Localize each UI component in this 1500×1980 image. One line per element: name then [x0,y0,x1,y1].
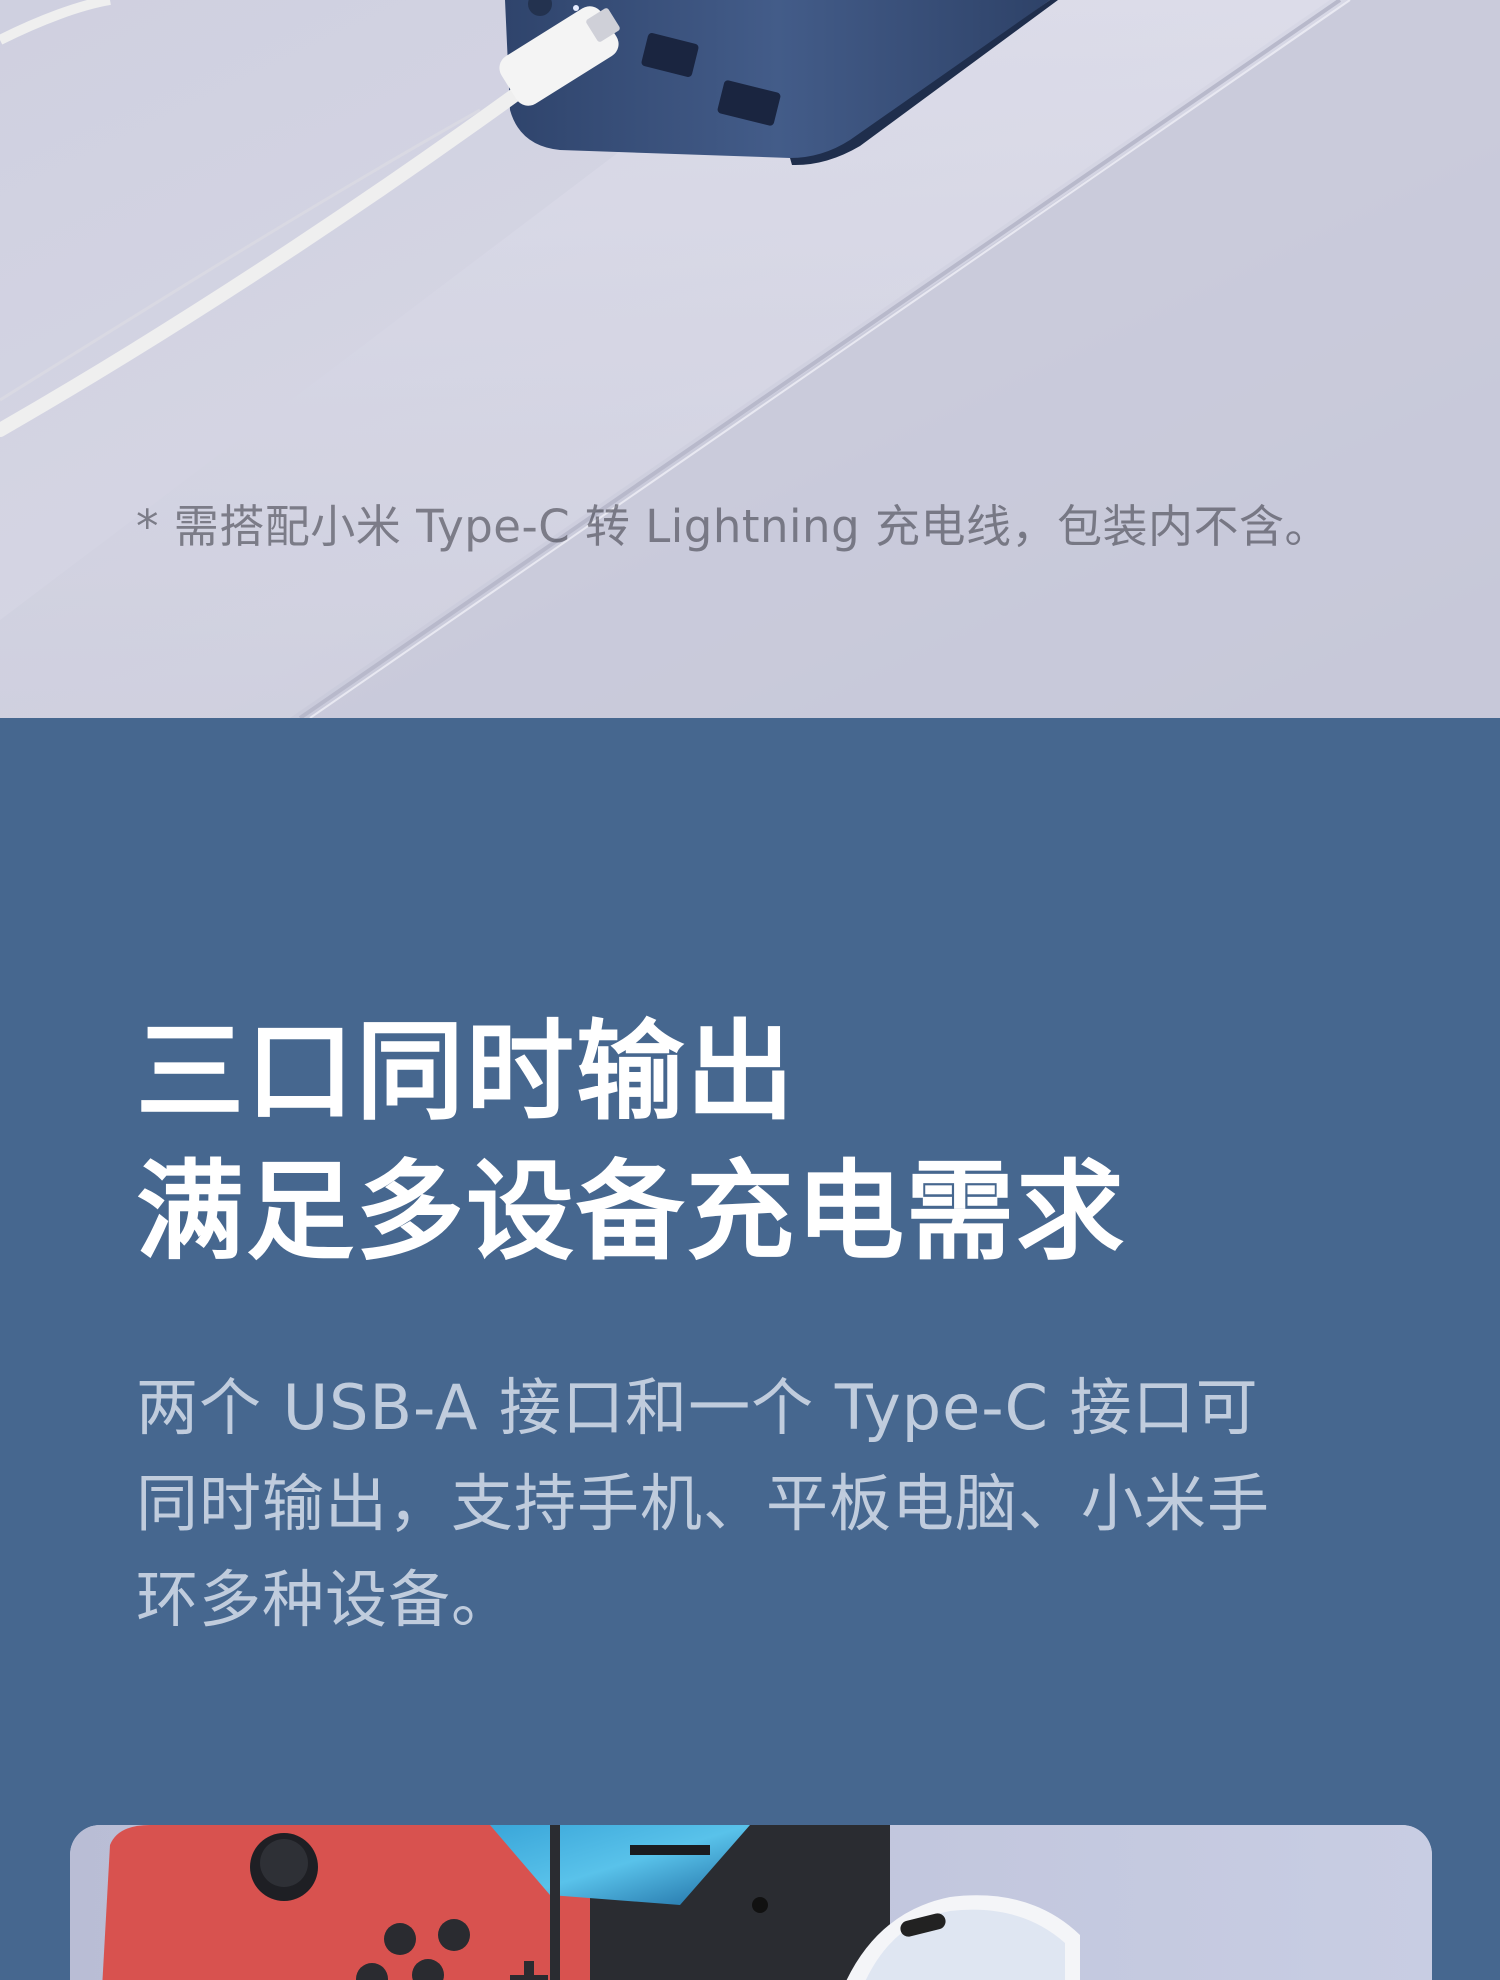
feature-headline-line: 满足多设备充电需求 [136,1150,1127,1275]
handheld-console-illustration [102,1825,890,1980]
feature-description: 两个 USB-A 接口和一个 Type-C 接口可 同时输出，支持手机、平板电脑… [136,1360,1376,1648]
feature-description-line: 两个 USB-A 接口和一个 Type-C 接口可 [136,1371,1259,1444]
power-bank-scene-illustration [0,0,1500,718]
feature-section: 三口同时输出 满足多设备充电需求 两个 USB-A 接口和一个 Type-C 接… [0,718,1500,1980]
feature-description-line: 同时输出，支持手机、平板电脑、小米手 [136,1467,1271,1540]
feature-description-line: 环多种设备。 [136,1563,515,1636]
hero-image-section: * 需搭配小米 Type-C 转 Lightning 充电线，包装内不含。 [0,0,1500,718]
devices-photo [70,1825,1432,1980]
feature-headline: 三口同时输出 满足多设备充电需求 [136,1003,1126,1283]
hero-footnote: * 需搭配小米 Type-C 转 Lightning 充电线，包装内不含。 [136,500,1330,553]
feature-headline-line: 三口同时输出 [136,1010,797,1135]
